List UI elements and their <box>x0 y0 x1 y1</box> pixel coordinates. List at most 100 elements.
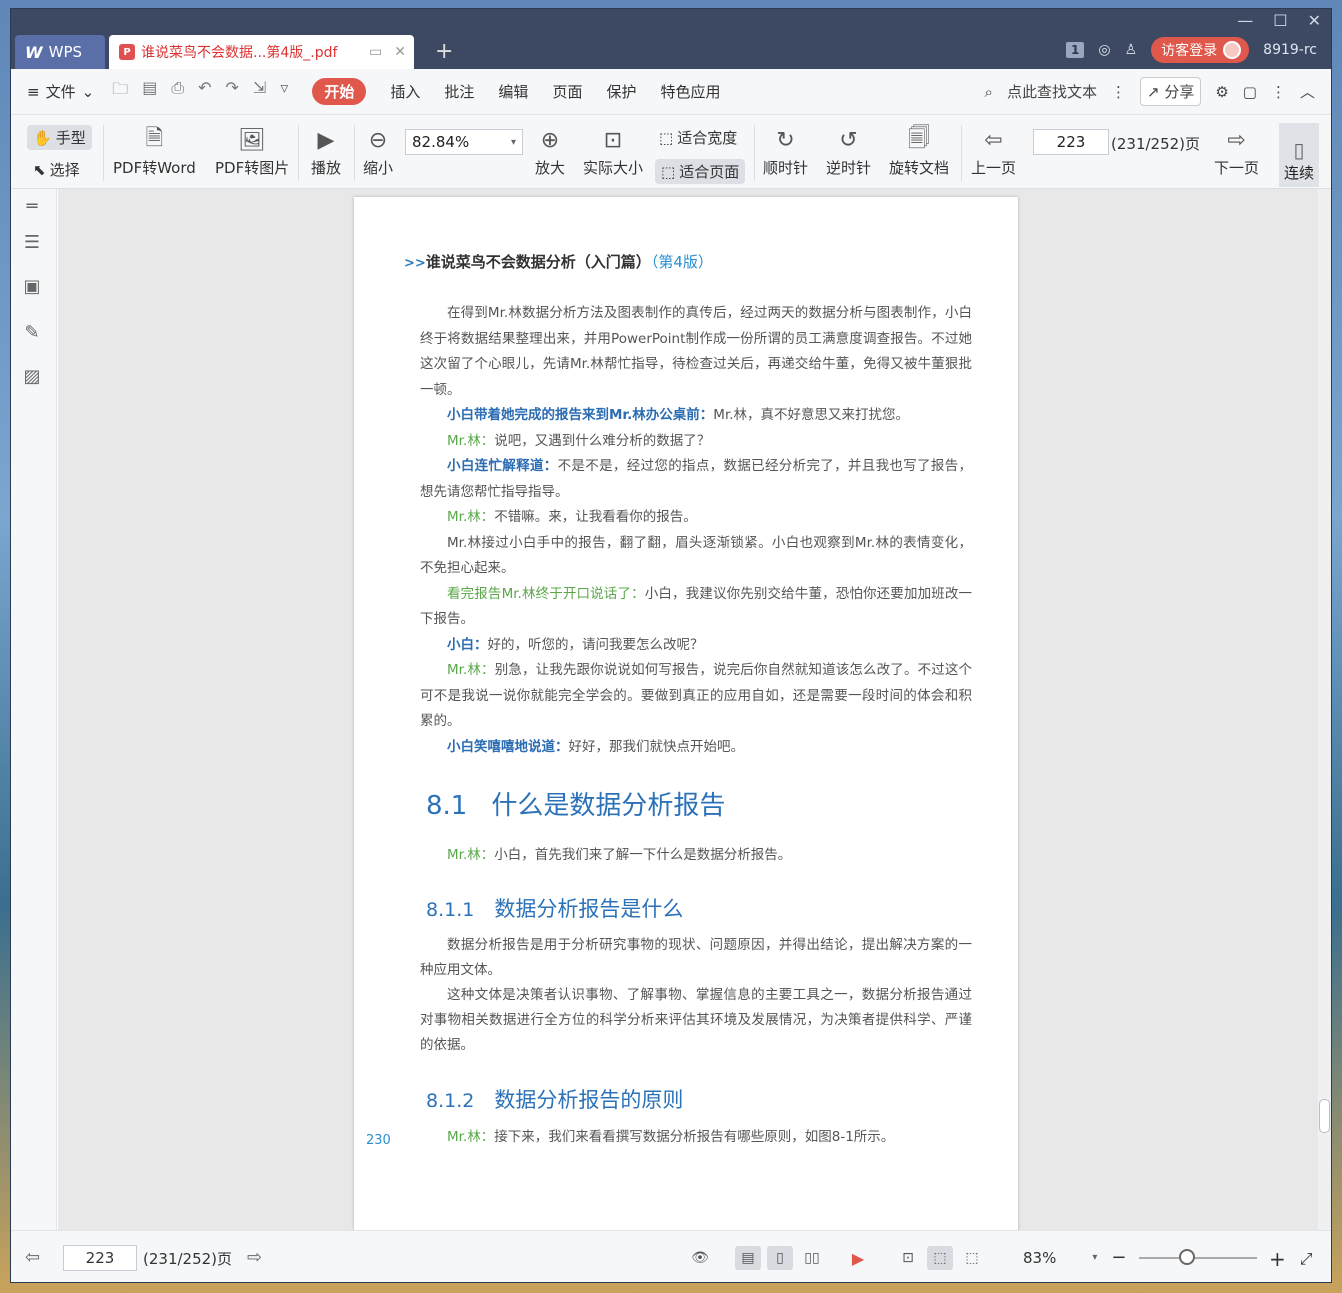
dialogue-line: Mr.林：小白，首先我们来了解一下什么是数据分析报告。 <box>447 847 792 863</box>
chevron-down-icon: ⌄ <box>81 82 95 101</box>
zoom-dropdown-icon[interactable]: ▾ <box>1092 1252 1097 1263</box>
fit-width-button[interactable]: ⬚ 适合宽度 <box>659 127 737 148</box>
document-viewport[interactable]: >>谁说菜鸟不会数据分析（入门篇）（第4版） 在得到Mr.林数据分析方法及图表制… <box>58 189 1320 1231</box>
title-bar: W WPS P 谁说菜鸟不会数据...第4版_.pdf ▭ ✕ + — ☐ ✕ … <box>11 9 1331 69</box>
pdf-to-image-button[interactable]: 🖼 PDF转图片 <box>215 123 289 178</box>
paragraph: 数据分析报告是用于分析研究事物的现状、问题原因，并得出结论，提出解决方案的一种应… <box>420 937 972 978</box>
status-page-input[interactable]: 223 <box>63 1245 137 1271</box>
rotate-document-button[interactable]: 🗐 旋转文档 <box>889 123 949 178</box>
section-number: 8.1 <box>426 791 468 821</box>
tab-edit[interactable]: 编辑 <box>498 81 528 102</box>
document-tab-title: 谁说菜鸟不会数据...第4版_.pdf <box>141 45 338 61</box>
vertical-scrollbar[interactable] <box>1318 189 1331 1230</box>
outline-icon[interactable]: ☰ <box>21 231 43 253</box>
more-vert-icon-2[interactable]: ⋮ <box>1271 83 1286 101</box>
drag-handle-icon[interactable]: ═ <box>21 195 43 217</box>
login-label: 访客登录 <box>1161 43 1218 59</box>
zoom-out-button[interactable]: ⊖ 缩小 <box>363 123 393 178</box>
rotate-counterclockwise-button[interactable]: ↺ 逆时针 <box>826 123 871 178</box>
fit-page-icon: ⬚ <box>661 162 676 181</box>
wps-home-tab[interactable]: W WPS <box>15 35 105 69</box>
fullscreen-icon[interactable]: ⤢ <box>1300 1249 1313 1269</box>
pdf-to-word-button[interactable]: 🗎 PDF转Word <box>113 123 196 178</box>
minimize-icon[interactable]: — <box>1237 11 1253 30</box>
window-count-badge[interactable]: 1 <box>1066 42 1085 58</box>
skin-icon[interactable]: ◎ <box>1098 42 1110 58</box>
prev-page-arrow-icon[interactable]: ⇦ <box>25 1247 40 1268</box>
play-button[interactable]: ▶ 播放 <box>311 123 341 178</box>
search-icon[interactable]: ⌕ <box>985 83 993 101</box>
tab-page[interactable]: 页面 <box>552 81 582 102</box>
cursor-icon: ⬉ <box>33 160 46 179</box>
comment-icon[interactable]: ▢ <box>1243 83 1257 101</box>
share-button[interactable]: ↗ 分享 <box>1139 77 1202 106</box>
close-tab-icon[interactable]: ✕ <box>394 44 406 60</box>
search-text-button[interactable]: 点此查找文本 <box>1007 81 1097 102</box>
tab-annotate[interactable]: 批注 <box>444 81 474 102</box>
prev-page-button[interactable]: ⇦ 上一页 <box>971 123 1016 178</box>
zoom-slider-handle[interactable] <box>1179 1249 1195 1265</box>
export-icon[interactable]: ⇲ <box>253 78 266 105</box>
maximize-icon[interactable]: ☐ <box>1273 11 1287 30</box>
file-menu[interactable]: ≡ 文件 ⌄ <box>27 81 94 102</box>
fit-width-status-icon[interactable]: ⬚ <box>959 1246 985 1270</box>
zoom-slider-track[interactable] <box>1139 1257 1257 1259</box>
continuous-view-button[interactable]: ▯ 连续 <box>1279 123 1319 187</box>
pdf-to-word-icon: 🗎 <box>145 126 164 151</box>
two-page-icon[interactable]: ▯▯ <box>799 1246 825 1270</box>
actual-size-status-icon[interactable]: ⊡ <box>895 1246 921 1270</box>
undo-icon[interactable]: ↶ <box>198 78 211 105</box>
tab-insert[interactable]: 插入 <box>390 81 420 102</box>
zoom-in-button[interactable]: ⊕ 放大 <box>535 123 565 178</box>
print-icon[interactable]: ⎙ <box>171 78 184 105</box>
open-folder-icon[interactable]: 🗀 <box>112 78 128 105</box>
zoom-percent[interactable]: 83% <box>1023 1249 1056 1267</box>
fit-page-status-icon[interactable]: ⬚ <box>927 1246 953 1270</box>
new-tab-button[interactable]: + <box>435 39 453 64</box>
close-window-icon[interactable]: ✕ <box>1308 11 1321 30</box>
fit-page-button[interactable]: ⬚ 适合页面 <box>655 159 746 184</box>
page-number-input[interactable]: 223 <box>1033 129 1109 155</box>
zoom-minus-button[interactable]: − <box>1111 1247 1126 1268</box>
dialogue-line: Mr.林：接下来，我们来看看撰写数据分析报告有哪些原则，如图8-1所示。 <box>447 1129 895 1145</box>
continuous-mode-icon[interactable]: ▤ <box>735 1246 761 1270</box>
select-tool-button[interactable]: ⬉ 选择 <box>33 159 80 180</box>
play-slideshow-icon[interactable]: ▶ <box>845 1246 871 1270</box>
settings-icon[interactable]: ⚙ <box>1215 83 1228 101</box>
redo-icon[interactable]: ↷ <box>226 78 239 105</box>
header-arrow: >> <box>404 256 426 271</box>
screen-icon[interactable]: ▭ <box>369 44 382 60</box>
dialogue-line: Mr.林：别急，让我先跟你说说如何写报告，说完后你自然就知道该怎么改了。不过这个… <box>420 662 973 729</box>
tab-features[interactable]: 特色应用 <box>660 81 720 102</box>
scrollbar-thumb[interactable] <box>1319 1099 1330 1133</box>
actual-size-button[interactable]: ⊡ 实际大小 <box>583 123 643 178</box>
next-page-arrow-icon[interactable]: ⇨ <box>247 1247 262 1268</box>
share-label: 分享 <box>1164 83 1195 101</box>
zoom-plus-button[interactable]: + <box>1269 1247 1286 1271</box>
fit-page-label: 适合页面 <box>679 163 740 181</box>
clockwise-label: 顺时针 <box>763 159 809 177</box>
page-total-text: (231/252)页 <box>1111 135 1201 153</box>
annotation-icon[interactable]: ✎ <box>21 321 43 343</box>
header-edition: （第4版） <box>650 253 713 271</box>
more-vert-icon[interactable]: ⋮ <box>1111 83 1126 101</box>
zoom-select[interactable]: 82.84% ▾ <box>405 129 523 155</box>
hand-tool-button[interactable]: ✋ 手型 <box>27 125 92 150</box>
shirt-icon[interactable]: ♙ <box>1125 42 1138 58</box>
app-window: W WPS P 谁说菜鸟不会数据...第4版_.pdf ▭ ✕ + — ☐ ✕ … <box>10 8 1332 1283</box>
next-page-button[interactable]: ⇨ 下一页 <box>1214 123 1259 178</box>
signature-icon[interactable]: ▨ <box>21 365 43 387</box>
save-icon[interactable]: ▤ <box>142 78 157 105</box>
tab-protect[interactable]: 保护 <box>606 81 636 102</box>
guest-login-button[interactable]: 访客登录 <box>1151 37 1250 63</box>
single-page-icon[interactable]: ▯ <box>767 1246 793 1270</box>
hamburger-icon: ≡ <box>27 82 40 101</box>
document-tab[interactable]: P 谁说菜鸟不会数据...第4版_.pdf ▭ ✕ <box>109 35 414 69</box>
tab-start[interactable]: 开始 <box>312 78 367 105</box>
more-dropdown-icon[interactable]: ▿ <box>280 78 288 105</box>
dialogue-line: 小白笑嘻嘻地说道：好好，那我们就快点开始吧。 <box>447 738 744 755</box>
collapse-ribbon-icon[interactable]: ︿ <box>1300 81 1315 102</box>
eye-protection-icon[interactable]: 👁 <box>687 1246 713 1270</box>
thumbnail-icon[interactable]: ▣ <box>21 275 43 297</box>
rotate-clockwise-button[interactable]: ↻ 顺时针 <box>763 123 808 178</box>
